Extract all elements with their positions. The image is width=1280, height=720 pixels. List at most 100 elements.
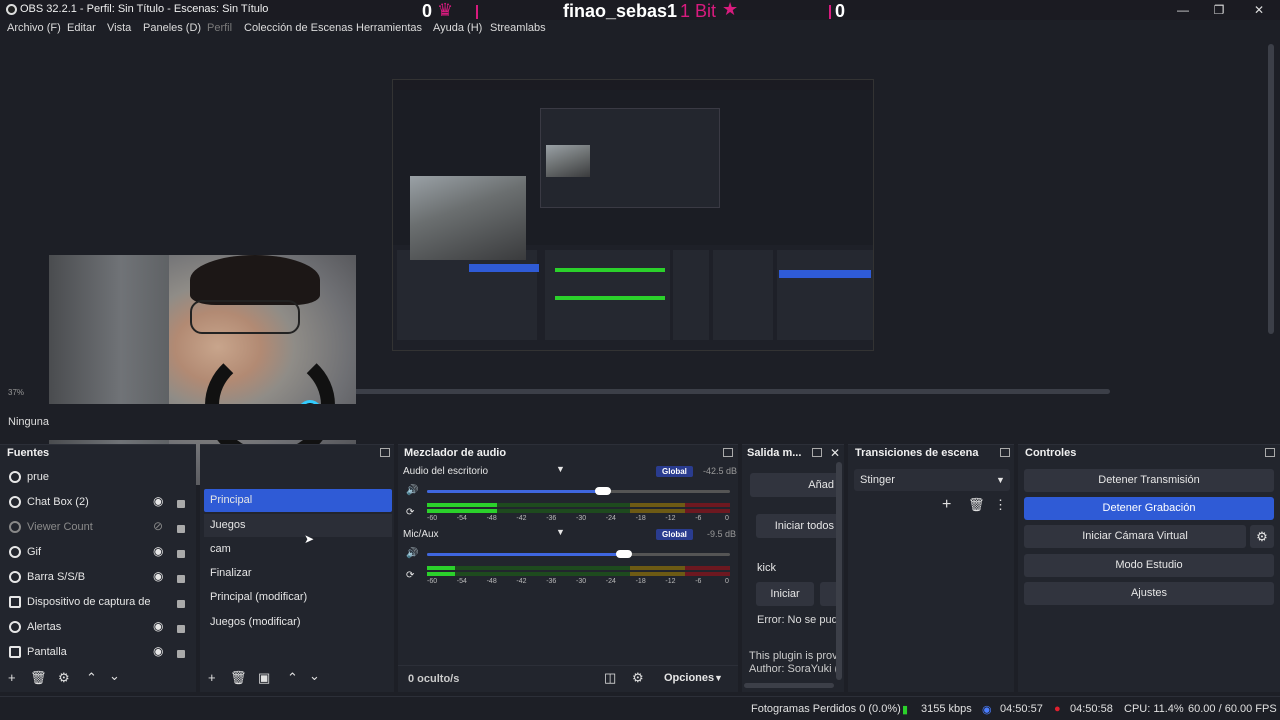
channel-name: Mic/Aux: [403, 529, 439, 540]
menu-edit[interactable]: Editar: [67, 22, 96, 34]
scene-item[interactable]: Juegos: [204, 514, 392, 537]
visibility-eye-icon[interactable]: ◉: [153, 644, 163, 658]
meter-tick-label: -42: [516, 515, 527, 522]
source-label: Chat Box (2): [27, 496, 89, 508]
lock-icon[interactable]: [177, 500, 185, 508]
globe-icon: [9, 471, 21, 483]
output-scrollbar-h[interactable]: [744, 683, 834, 688]
source-row[interactable]: Dispositivo de captura de: [0, 590, 196, 615]
start-output-button[interactable]: Iniciar: [756, 582, 814, 606]
source-row[interactable]: Viewer Count ⊘: [0, 515, 196, 540]
move-down-icon[interactable]: ⌄: [109, 668, 120, 684]
start-all-button[interactable]: Iniciar todos: [756, 514, 840, 538]
delete-source-icon[interactable]: 🗑: [30, 670, 47, 686]
channel-menu-icon[interactable]: ▼: [556, 464, 565, 474]
source-row[interactable]: Pantalla ◉: [0, 640, 196, 665]
lock-icon[interactable]: [177, 600, 185, 608]
audio-link-icon[interactable]: ⟳: [406, 507, 414, 518]
source-row[interactable]: Alertas ◉: [0, 615, 196, 640]
volume-slider-knob[interactable]: [595, 487, 611, 495]
visibility-eye-icon[interactable]: ◉: [153, 494, 163, 508]
platform-label: kick: [757, 562, 776, 574]
advanced-audio-icon[interactable]: ⚙: [632, 670, 644, 686]
channel-menu-icon[interactable]: ▼: [556, 527, 565, 537]
lock-icon[interactable]: [177, 550, 185, 558]
lock-icon[interactable]: [177, 575, 185, 583]
meter-tick-label: -42: [516, 578, 527, 585]
scene-item[interactable]: Finalizar: [204, 562, 392, 585]
menu-docks[interactable]: Paneles (D): [143, 22, 201, 34]
globe-icon: [9, 571, 21, 583]
volume-slider-knob[interactable]: [616, 550, 632, 558]
gear-icon[interactable]: ⚙: [58, 670, 70, 686]
lock-icon[interactable]: [177, 525, 185, 533]
meter-tick-label: -30: [576, 578, 587, 585]
lock-icon[interactable]: [177, 625, 185, 633]
minimize-icon[interactable]: —: [1168, 2, 1198, 18]
menu-file[interactable]: Archivo (F): [7, 22, 61, 34]
virtual-camera-button[interactable]: Iniciar Cámara Virtual: [1024, 525, 1246, 548]
scene-item[interactable]: cam: [204, 538, 392, 561]
scene-item[interactable]: Principal (modificar): [204, 586, 392, 609]
audio-meter-red: [685, 503, 730, 507]
menu-view[interactable]: Vista: [107, 22, 131, 34]
audio-link-icon[interactable]: ⟳: [406, 570, 414, 581]
add-output-button[interactable]: Añad: [750, 473, 840, 497]
menu-help[interactable]: Ayuda (H): [433, 22, 482, 34]
scene-filter-icon[interactable]: ▣: [258, 670, 270, 686]
source-row[interactable]: prue: [0, 465, 196, 490]
source-row[interactable]: Barra S/S/B ◉: [0, 565, 196, 590]
visibility-eye-icon[interactable]: ◉: [153, 619, 163, 633]
source-row[interactable]: Gif ◉: [0, 540, 196, 565]
source-row[interactable]: Chat Box (2) ◉: [0, 490, 196, 515]
meter-tick-label: -6: [695, 515, 702, 522]
virtual-camera-gear-icon[interactable]: ⚙: [1250, 525, 1274, 548]
menu-tools[interactable]: Herramientas: [356, 22, 422, 34]
delete-transition-icon[interactable]: 🗑: [968, 497, 985, 513]
controls-float-icon[interactable]: [1265, 448, 1275, 457]
menu-streamlabs[interactable]: Streamlabs: [490, 22, 546, 34]
layout-toggle-icon[interactable]: ◫: [604, 670, 616, 686]
scenes-float-icon[interactable]: [380, 448, 390, 457]
delete-scene-icon[interactable]: 🗑: [230, 670, 247, 686]
move-up-icon[interactable]: ⌃: [86, 670, 97, 686]
settings-button[interactable]: Ajustes: [1024, 582, 1274, 605]
audio-meter-red: [685, 572, 730, 576]
transitions-float-icon[interactable]: [1000, 448, 1010, 457]
menu-scene-collection[interactable]: Colección de Escenas: [244, 22, 353, 34]
close-icon[interactable]: ✕: [1244, 2, 1274, 18]
mixer-float-icon[interactable]: [723, 448, 733, 457]
visibility-eye-icon[interactable]: ◉: [153, 569, 163, 583]
current-scene-label: Ninguna: [8, 416, 49, 428]
visibility-hidden-icon[interactable]: ⊘: [153, 519, 163, 533]
scene-item[interactable]: Principal: [204, 489, 392, 512]
move-down-icon[interactable]: ⌄: [309, 668, 320, 684]
output-float-icon[interactable]: [812, 448, 822, 457]
audio-meter-red: [685, 509, 730, 513]
scene-item[interactable]: Juegos (modificar): [204, 611, 392, 634]
add-source-icon[interactable]: +: [8, 670, 16, 685]
meter-tick-label: -24: [605, 578, 616, 585]
crown-icon: ♛: [437, 0, 454, 20]
move-up-icon[interactable]: ⌃: [287, 670, 298, 686]
stop-stream-button[interactable]: Detener Transmisión: [1024, 469, 1274, 492]
add-scene-icon[interactable]: +: [208, 670, 216, 685]
stop-recording-button[interactable]: Detener Grabación: [1024, 497, 1274, 520]
speaker-icon[interactable]: 🔊: [406, 485, 418, 496]
close-icon[interactable]: ✕: [830, 446, 840, 460]
meter-tick-label: -36: [546, 578, 557, 585]
speaker-icon[interactable]: 🔊: [406, 548, 418, 559]
output-scrollbar[interactable]: [836, 462, 842, 680]
add-transition-icon[interactable]: +: [942, 496, 951, 514]
bitrate: 3155 kbps: [921, 703, 972, 715]
mixer-options-button[interactable]: Opciones: [664, 672, 714, 684]
studio-mode-button[interactable]: Modo Estudio: [1024, 554, 1274, 577]
visibility-eye-icon[interactable]: ◉: [153, 544, 163, 558]
more-options-icon[interactable]: ⋮: [994, 497, 1007, 513]
audio-meter-yellow: [630, 509, 685, 513]
maximize-icon[interactable]: ❐: [1204, 2, 1234, 18]
lock-icon[interactable]: [177, 650, 185, 658]
preview-scrollbar-vertical[interactable]: [1268, 44, 1274, 334]
menu-profile[interactable]: Perfil: [207, 22, 232, 34]
chevron-down-icon: ▼: [714, 673, 723, 683]
